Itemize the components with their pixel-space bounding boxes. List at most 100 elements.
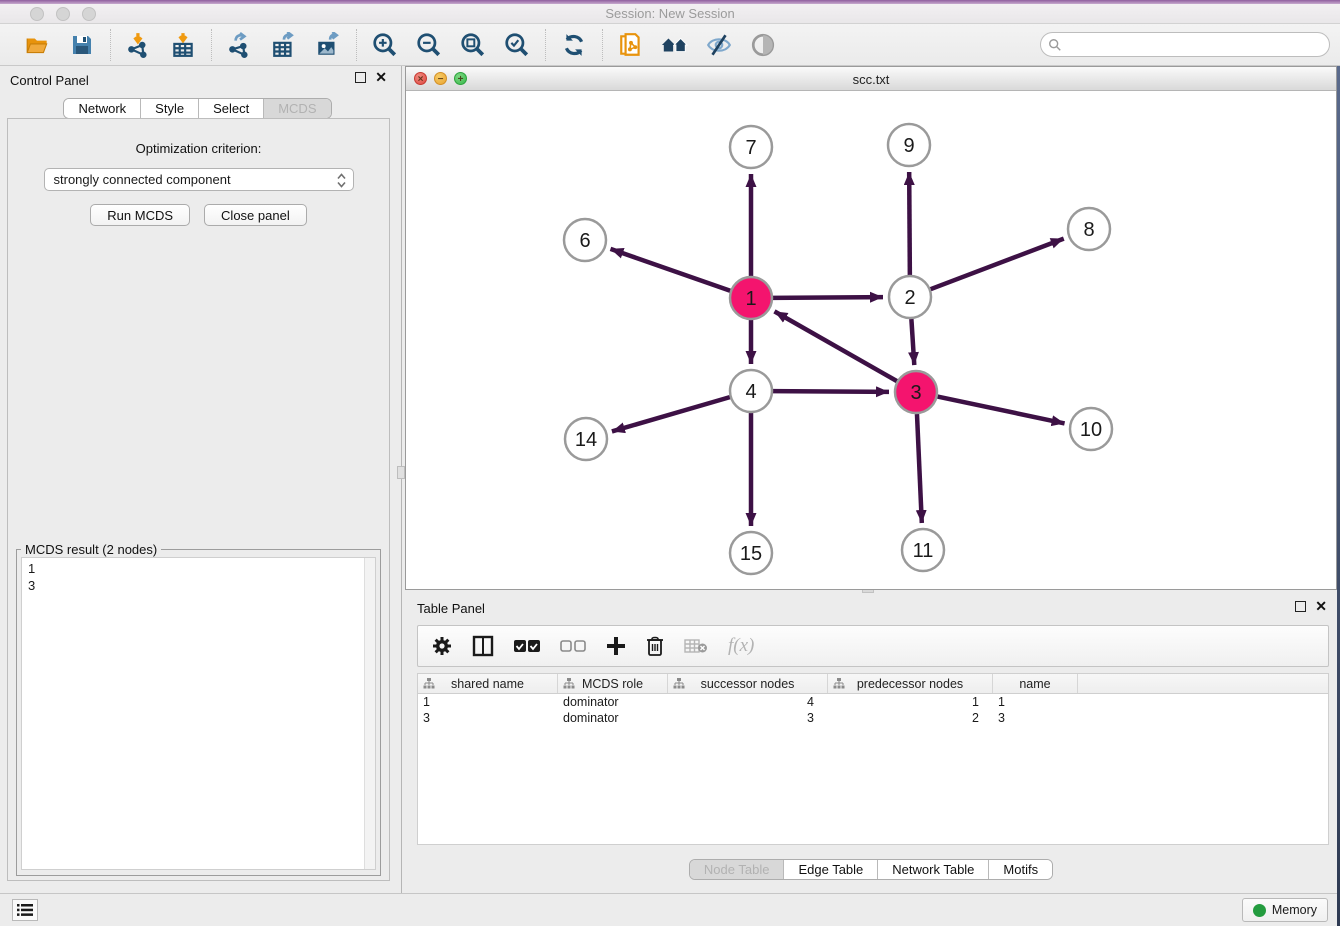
zoom-in-icon[interactable] — [371, 31, 399, 59]
node-label: 9 — [903, 135, 914, 157]
optimization-criterion-label: Optimization criterion: — [8, 141, 389, 156]
edge-2-8[interactable] — [931, 239, 1064, 290]
memory-button[interactable]: Memory — [1242, 898, 1328, 922]
node-label: 15 — [740, 543, 762, 565]
result-line: 3 — [28, 577, 369, 594]
node-7[interactable]: 7 — [730, 126, 772, 168]
refresh-layout-icon[interactable] — [560, 31, 588, 59]
node-label: 6 — [579, 230, 590, 252]
node-label: 2 — [904, 287, 915, 309]
status-bar: Memory — [0, 893, 1340, 926]
export-network-icon[interactable] — [226, 31, 254, 59]
column-type-icon — [673, 678, 685, 689]
criterion-dropdown[interactable]: strongly connected component — [44, 168, 354, 191]
network-canvas-svg: 7 9 6 8 1 2 4 3 14 10 15 11 — [406, 91, 1336, 589]
network-canvas[interactable]: 7 9 6 8 1 2 4 3 14 10 15 11 — [406, 91, 1336, 589]
import-table-icon[interactable] — [169, 31, 197, 59]
node-2[interactable]: 2 — [889, 276, 931, 318]
node-1[interactable]: 1 — [730, 277, 772, 319]
show-all-icon[interactable] — [749, 31, 777, 59]
split-columns-icon[interactable] — [472, 635, 494, 657]
node-3[interactable]: 3 — [895, 371, 937, 413]
tab-style[interactable]: Style — [141, 99, 199, 118]
control-panel-tabs: Network Style Select MCDS — [63, 98, 331, 119]
home-icon[interactable] — [661, 31, 689, 59]
tab-network[interactable]: Network — [64, 99, 141, 118]
edge-3-1[interactable] — [774, 311, 896, 381]
table-row[interactable]: 3 dominator 3 2 3 — [418, 710, 1328, 726]
float-table-panel-icon[interactable] — [1295, 601, 1306, 612]
gear-icon[interactable] — [432, 636, 452, 656]
close-panel-button[interactable]: Close panel — [204, 204, 307, 226]
export-table-icon[interactable] — [270, 31, 298, 59]
hide-selected-icon[interactable] — [705, 31, 733, 59]
node-11[interactable]: 11 — [902, 529, 944, 571]
column-header-name[interactable]: name — [993, 674, 1078, 693]
zoom-fit-icon[interactable] — [459, 31, 487, 59]
clone-network-icon[interactable] — [617, 31, 645, 59]
edge-2-3[interactable] — [911, 319, 914, 365]
mcds-result-textarea[interactable]: 1 3 — [21, 557, 376, 870]
task-history-button[interactable] — [12, 899, 38, 921]
add-column-icon[interactable] — [606, 636, 626, 656]
mcds-result-legend: MCDS result (2 nodes) — [21, 542, 161, 557]
list-icon — [17, 903, 33, 917]
tab-mcds[interactable]: MCDS — [264, 99, 330, 118]
search-field[interactable] — [1040, 32, 1330, 57]
export-image-icon[interactable] — [314, 31, 342, 59]
tab-motifs[interactable]: Motifs — [989, 860, 1052, 879]
table-panel: Table Panel ✕ — [405, 595, 1337, 888]
edge-1-6[interactable] — [610, 249, 730, 291]
clear-checkboxes-icon[interactable] — [560, 639, 586, 653]
memory-label: Memory — [1272, 903, 1317, 917]
edge-3-10[interactable] — [938, 397, 1065, 424]
node-label: 10 — [1080, 419, 1102, 441]
tab-edge-table[interactable]: Edge Table — [784, 860, 878, 879]
result-scrollbar[interactable] — [364, 558, 375, 869]
open-session-icon[interactable] — [24, 31, 52, 59]
node-label: 3 — [910, 382, 921, 404]
delete-column-icon[interactable] — [646, 636, 664, 657]
edge-2-9[interactable] — [909, 172, 910, 275]
column-header-predecessor-nodes[interactable]: predecessor nodes — [828, 674, 993, 693]
node-9[interactable]: 9 — [888, 124, 930, 166]
tab-network-table[interactable]: Network Table — [878, 860, 989, 879]
dropdown-stepper-icon — [337, 173, 346, 188]
node-table-header: shared name MCDS role successor nodes pr… — [418, 674, 1328, 694]
vertical-splitter[interactable] — [395, 66, 405, 893]
edge-4-3[interactable] — [773, 391, 889, 392]
node-14[interactable]: 14 — [565, 418, 607, 460]
network-window-titlebar[interactable]: × − + scc.txt — [406, 67, 1336, 91]
node-6[interactable]: 6 — [564, 219, 606, 261]
zoom-out-icon[interactable] — [415, 31, 443, 59]
node-8[interactable]: 8 — [1068, 208, 1110, 250]
tab-select[interactable]: Select — [199, 99, 264, 118]
edge-4-14[interactable] — [612, 397, 730, 431]
float-panel-icon[interactable] — [355, 72, 366, 83]
column-header-shared-name[interactable]: shared name — [418, 674, 558, 693]
tab-node-table[interactable]: Node Table — [690, 860, 785, 879]
table-panel-tabs: Node Table Edge Table Network Table Moti… — [689, 859, 1053, 880]
column-header-mcds-role[interactable]: MCDS role — [558, 674, 668, 693]
table-toolbar: f(x) — [417, 625, 1329, 667]
zoom-selected-icon[interactable] — [503, 31, 531, 59]
search-icon — [1048, 38, 1062, 52]
select-all-checkboxes-icon[interactable] — [514, 639, 540, 653]
node-4[interactable]: 4 — [730, 370, 772, 412]
node-10[interactable]: 10 — [1070, 408, 1112, 450]
search-input[interactable] — [1067, 37, 1329, 52]
save-session-icon[interactable] — [68, 31, 96, 59]
node-15[interactable]: 15 — [730, 532, 772, 574]
column-header-successor-nodes[interactable]: successor nodes — [668, 674, 828, 693]
delete-table-icon[interactable] — [684, 638, 708, 654]
close-panel-icon[interactable]: ✕ — [375, 72, 387, 83]
table-row[interactable]: 1 dominator 4 1 1 — [418, 694, 1328, 710]
import-network-icon[interactable] — [125, 31, 153, 59]
vertical-splitter-handle[interactable] — [397, 466, 405, 479]
run-mcds-button[interactable]: Run MCDS — [90, 204, 190, 226]
edge-3-11[interactable] — [917, 414, 922, 523]
close-table-panel-icon[interactable]: ✕ — [1315, 601, 1327, 612]
node-label: 4 — [745, 381, 756, 403]
edge-1-2[interactable] — [773, 297, 883, 298]
function-builder-icon[interactable]: f(x) — [728, 635, 754, 657]
